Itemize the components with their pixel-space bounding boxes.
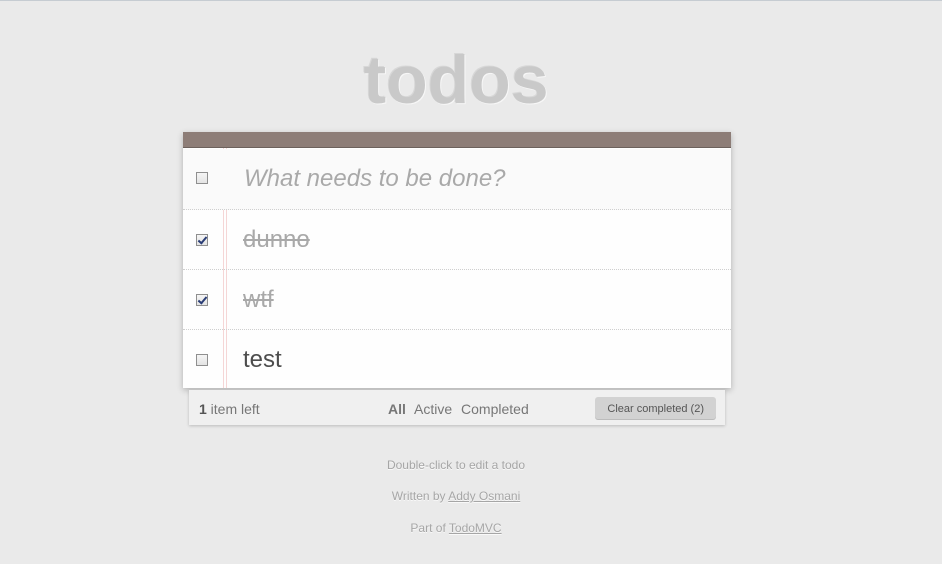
app-header-bar (183, 132, 731, 148)
toggle-all-checkbox[interactable] (196, 172, 208, 184)
info-hint: Double-click to edit a todo (386, 458, 526, 472)
todo-label[interactable]: wtf (243, 285, 274, 315)
clear-completed-button[interactable]: Clear completed (2) (595, 397, 716, 420)
filter-completed[interactable]: Completed (461, 401, 529, 417)
info-author: Written by Addy Osmani (0, 489, 912, 503)
todo-label[interactable]: dunno (243, 225, 310, 255)
todo-checkbox[interactable] (196, 354, 208, 366)
filter-all[interactable]: All (388, 401, 406, 417)
app-title: todos (363, 42, 549, 118)
info-project: Part of TodoMVC (0, 521, 912, 535)
todomvc-link[interactable]: TodoMVC (449, 521, 502, 535)
todo-count-label: item left (206, 401, 260, 417)
todo-checkbox[interactable] (196, 234, 208, 246)
todo-item[interactable]: test (183, 330, 731, 388)
todo-count: 1 item left (199, 401, 260, 417)
filters: All Active Completed (388, 401, 534, 417)
todo-count-number: 1 (199, 401, 207, 417)
todo-app: dunno wtf test (183, 132, 731, 388)
todo-footer: 1 item left All Active Completed Clear c… (189, 390, 725, 425)
new-todo-row (183, 149, 731, 210)
new-todo-input[interactable] (244, 162, 714, 196)
filter-active[interactable]: Active (414, 401, 452, 417)
todo-label[interactable]: test (243, 345, 282, 375)
info-project-prefix: Part of (410, 521, 449, 535)
author-link[interactable]: Addy Osmani (448, 489, 520, 503)
todo-item[interactable]: dunno (183, 210, 731, 270)
todo-checkbox[interactable] (196, 294, 208, 306)
info-author-prefix: Written by (391, 489, 449, 503)
todo-item[interactable]: wtf (183, 270, 731, 330)
